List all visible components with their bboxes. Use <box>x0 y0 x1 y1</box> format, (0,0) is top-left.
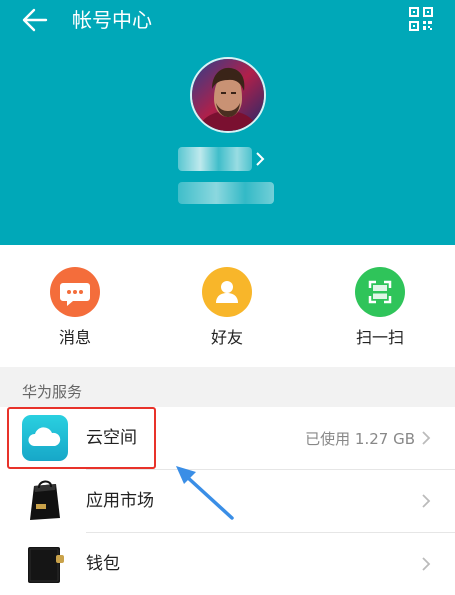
chevron-right-icon <box>422 557 431 571</box>
annotation-arrow <box>176 466 234 520</box>
wallet-label: 钱包 <box>86 554 120 574</box>
qr-code-icon[interactable] <box>408 6 434 32</box>
scan-button[interactable]: 扫一扫 <box>335 267 425 357</box>
username-obscured <box>178 147 252 171</box>
account-header: 帐号中心 <box>0 0 455 245</box>
quick-actions: 消息 好友 扫一扫 <box>0 245 455 367</box>
chevron-right-icon[interactable] <box>254 151 266 167</box>
section-title: 华为服务 <box>22 383 83 401</box>
storage-used-text: 已使用 1.27 GB <box>305 430 415 448</box>
wallet-row[interactable]: 钱包 <box>0 533 455 595</box>
wallet-icon <box>28 547 64 583</box>
highlight-box <box>7 407 156 469</box>
messages-label: 消息 <box>58 328 91 347</box>
messages-button[interactable]: 消息 <box>30 267 120 357</box>
message-icon <box>50 267 100 317</box>
chevron-right-icon <box>422 431 431 445</box>
friends-label: 好友 <box>210 328 243 347</box>
scan-label: 扫一扫 <box>355 328 404 347</box>
friends-icon <box>202 267 252 317</box>
page-title: 帐号中心 <box>72 8 152 32</box>
app-market-label: 应用市场 <box>86 491 154 511</box>
avatar[interactable] <box>190 57 266 133</box>
friends-button[interactable]: 好友 <box>182 267 272 357</box>
account-id-obscured <box>178 182 274 204</box>
chevron-right-icon <box>422 494 431 508</box>
avatar-photo <box>192 59 264 131</box>
app-market-icon <box>30 480 60 520</box>
scan-icon <box>355 267 405 317</box>
back-arrow-icon[interactable] <box>20 5 50 35</box>
